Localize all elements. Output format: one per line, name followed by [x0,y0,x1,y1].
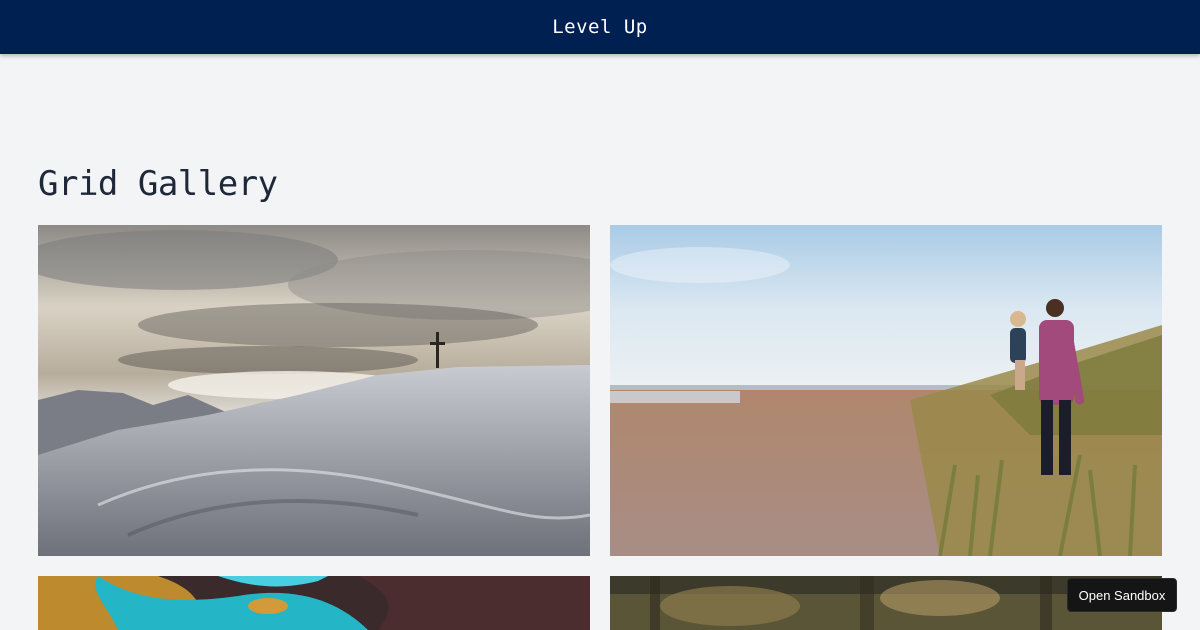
aerial-coast-image [38,576,590,630]
gallery-image-mountain-cross[interactable] [38,225,590,556]
open-sandbox-button[interactable]: Open Sandbox [1067,578,1177,612]
brand-title[interactable]: Level Up [552,16,648,38]
gallery-image-beach-walk[interactable] [610,225,1162,556]
top-navbar: Level Up [0,0,1200,54]
gallery-image-aerial-coast[interactable] [38,576,590,630]
beach-walk-image [610,225,1162,556]
page-title: Grid Gallery [38,164,278,204]
mountain-cross-image [38,225,590,556]
